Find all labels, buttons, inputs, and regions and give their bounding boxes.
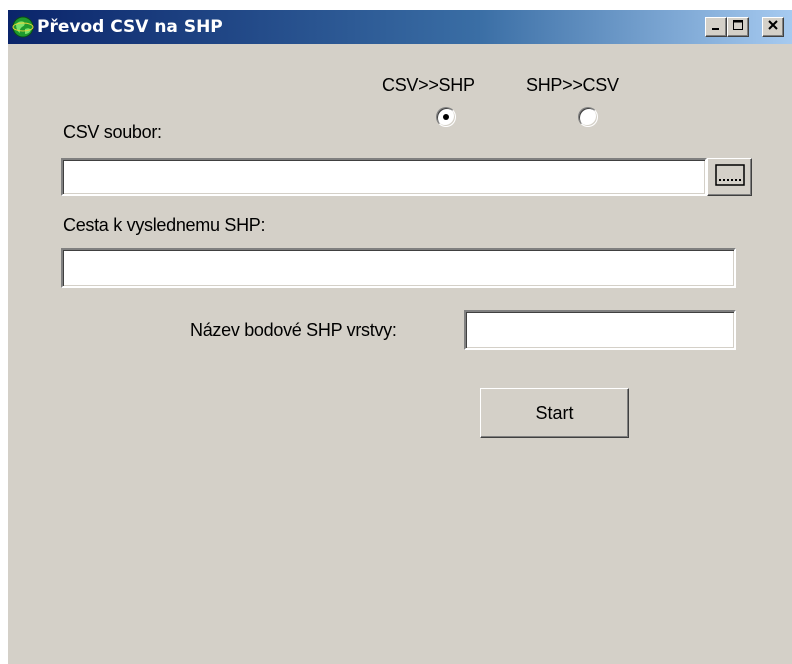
close-button[interactable] — [762, 17, 784, 37]
ellipsis-icon — [714, 163, 745, 191]
globe-icon — [12, 16, 34, 38]
mode-option-label-csv-to-shp: CSV>>SHP — [382, 75, 475, 95]
maximize-button[interactable] — [727, 17, 749, 37]
browse-button[interactable] — [707, 158, 752, 196]
output-path-label: Cesta k vyslednemu SHP: — [63, 215, 266, 235]
csv-file-label: CSV soubor: — [63, 122, 162, 142]
csv-file-input[interactable] — [61, 158, 707, 196]
start-button[interactable]: Start — [480, 388, 629, 438]
start-button-label: Start — [535, 402, 574, 423]
layer-name-label: Název bodové SHP vrstvy: — [190, 320, 397, 340]
radio-shp-to-csv[interactable] — [578, 107, 598, 127]
app-window: Převod CSV na SHP CSV>>SHP SHP>>CSV CSV … — [8, 10, 792, 664]
minimize-button[interactable] — [705, 17, 727, 37]
radio-selected-dot — [443, 114, 449, 120]
close-icon — [767, 18, 779, 36]
maximize-icon — [732, 18, 744, 36]
radio-csv-to-shp[interactable] — [436, 107, 456, 127]
minimize-icon — [710, 18, 722, 36]
mode-option-label-shp-to-csv: SHP>>CSV — [526, 75, 619, 95]
layer-name-input[interactable] — [464, 310, 736, 350]
output-path-input[interactable] — [61, 248, 736, 288]
title-bar[interactable]: Převod CSV na SHP — [8, 10, 792, 44]
window-title: Převod CSV na SHP — [37, 17, 223, 37]
